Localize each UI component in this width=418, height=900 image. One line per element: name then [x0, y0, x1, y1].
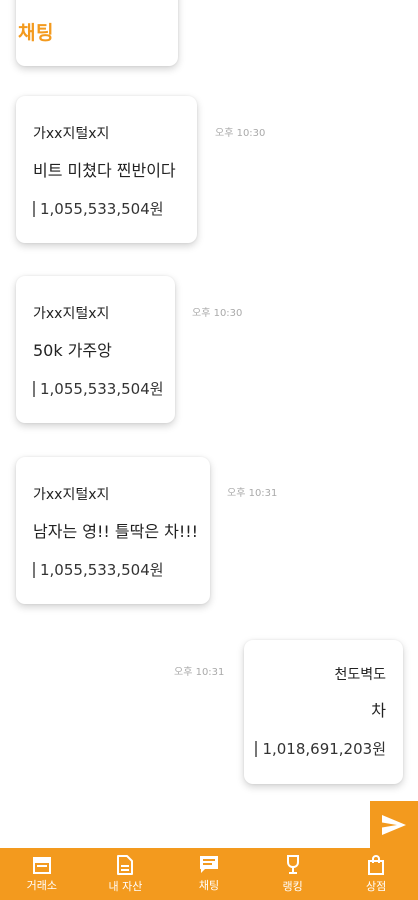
message-time: 오후 10:31: [174, 667, 225, 678]
tab-label: 랭킹: [282, 879, 303, 893]
message-time: 오후 10:31: [227, 488, 278, 499]
message-text: 비트 미쳤다 찐반이다: [33, 161, 176, 180]
message-bubble: 가xx지털x지 50k 가주앙 1,055,533,504원: [16, 276, 175, 423]
send-button[interactable]: [370, 801, 418, 849]
tab-label: 거래소: [26, 878, 57, 892]
message-assets: 1,055,533,504원: [33, 562, 164, 578]
tab-label: 내 자산: [108, 879, 143, 893]
header: 채팅: [0, 0, 418, 62]
message-text: 50k 가주앙: [33, 341, 112, 360]
message-sender: 가xx지털x지: [33, 487, 110, 503]
message-bubble: 가xx지털x지 비트 미쳤다 찐반이다 1,055,533,504원: [16, 96, 197, 243]
exchange-icon: [32, 856, 51, 874]
chat-icon: [199, 856, 218, 873]
message-time: 오후 10:30: [215, 128, 266, 139]
message-text: 남자는 영!! 틀딱은 차!!!: [33, 522, 199, 541]
page-title: 채팅: [18, 22, 54, 44]
message-sender: 천도벽도: [334, 667, 386, 683]
tab-ranking[interactable]: 랭킹: [251, 848, 335, 900]
message-bubble-own: 천도벽도 차 1,018,691,203원: [244, 640, 403, 784]
tab-label: 상점: [366, 879, 387, 893]
message-text: 차: [371, 701, 386, 720]
send-icon: [382, 815, 406, 835]
message-bubble: 가xx지털x지 남자는 영!! 틀딱은 차!!! 1,055,533,504원: [16, 457, 210, 604]
message-assets: 1,018,691,203원: [255, 741, 386, 757]
message-assets: 1,055,533,504원: [33, 201, 164, 217]
message-sender: 가xx지털x지: [33, 306, 110, 322]
bottom-tab-bar: 거래소 내 자산 채팅 랭킹 상점: [0, 848, 418, 900]
tab-label: 채팅: [198, 879, 220, 892]
tab-shop[interactable]: 상점: [334, 848, 418, 900]
message-sender: 가xx지털x지: [33, 126, 110, 142]
chat-area[interactable]: 가xx지털x지 비트 미쳤다 찐반이다 1,055,533,504원 오후 10…: [0, 0, 418, 848]
message-assets: 1,055,533,504원: [33, 381, 164, 397]
shopping-bag-icon: [368, 854, 385, 875]
message-time: 오후 10:30: [192, 308, 243, 319]
tab-my-assets[interactable]: 내 자산: [84, 848, 168, 900]
trophy-icon: [286, 854, 299, 874]
tab-chat[interactable]: 채팅: [167, 848, 251, 900]
tab-exchange[interactable]: 거래소: [0, 848, 84, 900]
document-icon: [117, 854, 134, 875]
